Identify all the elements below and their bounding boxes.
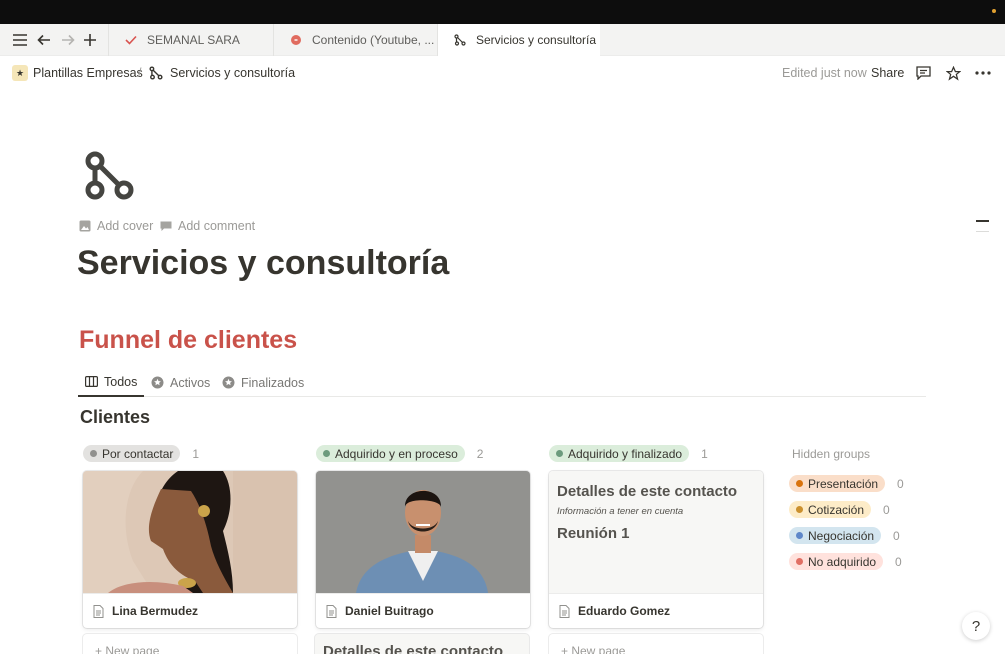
status-badge: Cotización: [789, 501, 872, 518]
branch-icon: [452, 34, 468, 46]
help-button[interactable]: ?: [962, 612, 990, 640]
hidden-group-presentacion[interactable]: Presentación 0: [789, 475, 904, 492]
status-badge: No adquirido: [789, 553, 884, 570]
comment-icon: [160, 221, 172, 232]
tab-label: Servicios y consultoría: [476, 33, 597, 47]
status-badge: Adquirido y en proceso: [316, 445, 465, 462]
new-page-button[interactable]: + New page: [83, 634, 297, 654]
outline-indicator[interactable]: [976, 220, 989, 222]
document-icon: [326, 604, 337, 618]
group-count: 2: [476, 446, 484, 461]
board-card[interactable]: Detalles de este contacto Información a …: [549, 471, 763, 628]
man-portrait-image: [316, 471, 530, 593]
group-count: 0: [897, 476, 904, 491]
new-page-button[interactable]: + New page: [549, 634, 763, 654]
edited-status: Edited just now: [782, 66, 867, 80]
view-tab-todos[interactable]: Todos: [78, 368, 144, 397]
new-tab-icon[interactable]: [79, 29, 101, 51]
status-badge: Por contactar: [83, 445, 181, 462]
share-button[interactable]: Share: [871, 66, 904, 80]
view-tab-finalizados[interactable]: Finalizados: [222, 368, 304, 397]
page-branch-icon[interactable]: [82, 150, 138, 211]
breadcrumb-separator: /: [138, 66, 142, 80]
group-count: 1: [701, 446, 708, 461]
view-tab-activos[interactable]: Activos: [151, 368, 210, 397]
document-icon: [559, 604, 570, 618]
page-header: ★ Plantillas Empresas / Servicios y cons…: [0, 57, 1005, 89]
card-title: Eduardo Gomez: [549, 593, 763, 628]
group-count: 1: [192, 446, 200, 461]
card-title: Lina Bermudez: [83, 593, 297, 628]
preview-heading: Reunión 1: [557, 525, 630, 542]
hidden-group-no-adquirido[interactable]: No adquirido 0: [789, 553, 902, 570]
card-title: Daniel Buitrago: [316, 593, 530, 628]
tab-label: SEMANAL SARA: [147, 33, 240, 47]
status-dot: [796, 558, 803, 565]
checkmark-icon: [123, 35, 139, 45]
back-icon[interactable]: [33, 29, 55, 51]
status-badge: Adquirido y finalizado: [549, 445, 690, 462]
board-card-preview[interactable]: Detalles de este contacto: [315, 634, 529, 654]
hidden-group-cotizacion[interactable]: Cotización 0: [789, 501, 890, 518]
add-comment-button[interactable]: Add comment: [160, 219, 255, 233]
status-dot: [323, 450, 330, 457]
outline-indicator-secondary: [976, 231, 989, 232]
status-badge: Presentación: [789, 475, 886, 492]
window-top-bar: [0, 0, 1005, 24]
preview-subtitle: Información a tener en cuenta: [557, 506, 684, 517]
board-card[interactable]: Lina Bermudez: [83, 471, 297, 628]
workspace-icon[interactable]: ★: [12, 65, 28, 81]
page-title[interactable]: Servicios y consultoría: [77, 244, 449, 283]
status-dot: [796, 532, 803, 539]
group-count: 0: [893, 528, 900, 543]
star-circle-icon: [151, 376, 164, 389]
group-count: 0: [895, 554, 902, 569]
breadcrumb-parent[interactable]: Plantillas Empresas: [33, 66, 143, 80]
image-icon: [79, 220, 91, 232]
tab-contenido[interactable]: Contenido (Youtube, ...: [273, 24, 437, 56]
tab-strip: SEMANAL SARA Contenido (Youtube, ... Ser…: [0, 24, 1005, 56]
status-dot: [796, 506, 803, 513]
preview-title: Detalles de este contacto: [557, 483, 738, 500]
document-icon: [93, 604, 104, 618]
card-content-preview: Detalles de este contacto Información a …: [549, 471, 763, 593]
status-dot: [90, 450, 97, 457]
status-dot: [796, 480, 803, 487]
breadcrumb-current[interactable]: Servicios y consultoría: [170, 66, 295, 80]
star-circle-icon: [222, 376, 235, 389]
forward-icon[interactable]: [57, 29, 79, 51]
more-options-icon[interactable]: [974, 64, 992, 82]
status-dot: [556, 450, 563, 457]
red-circle-icon: [288, 34, 304, 46]
add-cover-button[interactable]: Add cover: [79, 219, 153, 233]
section-heading[interactable]: Funnel de clientes: [79, 326, 297, 355]
group-header-por-contactar[interactable]: Por contactar 1: [83, 445, 199, 462]
status-dot: [992, 9, 996, 13]
branch-icon: [149, 66, 163, 85]
comments-icon[interactable]: [914, 64, 932, 82]
group-count: 0: [883, 502, 890, 517]
group-header-en-proceso[interactable]: Adquirido y en proceso 2: [316, 445, 483, 462]
board-card[interactable]: Daniel Buitrago: [316, 471, 530, 628]
woman-portrait-image: [83, 471, 297, 593]
help-icon: ?: [971, 617, 981, 635]
tab-servicios[interactable]: Servicios y consultoría: [437, 24, 600, 56]
status-badge: Negociación: [789, 527, 882, 544]
hidden-groups-title: Hidden groups: [792, 447, 871, 461]
group-header-finalizado[interactable]: Adquirido y finalizado 1: [549, 445, 708, 462]
star-icon[interactable]: [944, 64, 962, 82]
database-title[interactable]: Clientes: [80, 407, 150, 428]
tab-semanal-sara[interactable]: SEMANAL SARA: [108, 24, 273, 56]
view-tabs: Todos Activos Finalizados: [78, 368, 926, 397]
tab-label: Contenido (Youtube, ...: [312, 33, 435, 47]
menu-icon[interactable]: [9, 29, 31, 51]
board-icon: [85, 376, 98, 387]
hidden-group-negociacion[interactable]: Negociación 0: [789, 527, 900, 544]
